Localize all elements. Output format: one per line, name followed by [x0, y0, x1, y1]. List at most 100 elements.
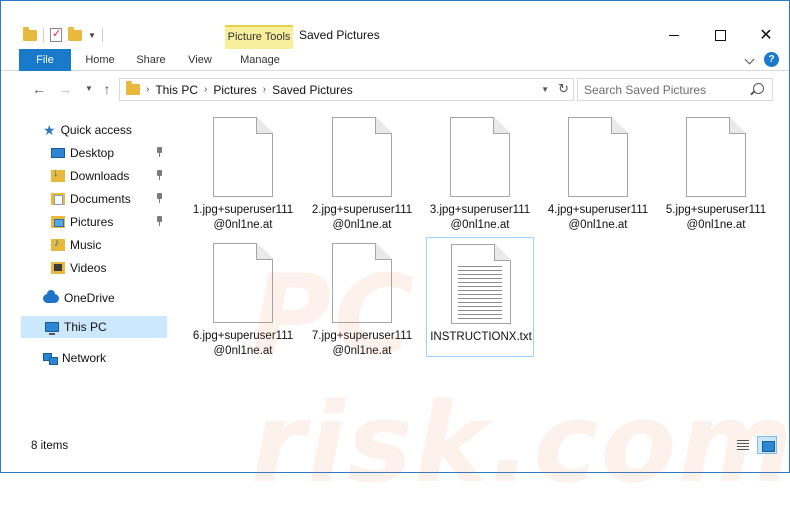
details-view-icon[interactable]	[733, 436, 753, 454]
file-name: 4.jpg+superuser111@0nl1ne.at	[547, 204, 649, 231]
file-item[interactable]: 3.jpg+superuser111@0nl1ne.at	[426, 111, 534, 231]
folder-icon	[23, 26, 37, 41]
nav-item-label: Downloads	[70, 169, 130, 183]
breadcrumb-separator-icon[interactable]: ›	[146, 84, 149, 95]
nav-item-label: Quick access	[60, 123, 132, 137]
search-placeholder: Search Saved Pictures	[584, 82, 707, 97]
properties-icon[interactable]	[50, 27, 62, 42]
close-button[interactable]: ✕	[743, 21, 789, 49]
downloads-icon	[51, 167, 65, 182]
file-name: 2.jpg+superuser111@0nl1ne.at	[311, 204, 413, 231]
breadcrumb-this-pc[interactable]: This PC	[155, 83, 198, 97]
pictures-icon	[51, 216, 65, 228]
help-icon[interactable]: ?	[764, 52, 779, 67]
window-title: Saved Pictures	[299, 28, 380, 42]
breadcrumb-pictures[interactable]: Pictures	[213, 83, 256, 97]
recent-locations-chevron-icon[interactable]: ▼	[81, 81, 97, 97]
computer-icon	[45, 322, 59, 335]
breadcrumb-separator-icon[interactable]: ›	[263, 84, 266, 95]
ribbon-tabs: File Home Share View Manage ?	[1, 49, 789, 71]
tab-share[interactable]: Share	[129, 49, 173, 71]
pin-icon	[155, 193, 163, 203]
folder-icon	[126, 81, 140, 95]
navigation-bar: ← → ▼ ↑ › This PC › Pictures › Saved Pic…	[1, 73, 789, 105]
page-fold-corner	[611, 117, 628, 134]
status-bar: 8 items	[1, 433, 789, 473]
music-icon	[51, 237, 65, 251]
tab-home[interactable]: Home	[77, 49, 123, 71]
nav-item-downloads[interactable]: Downloads	[51, 165, 167, 187]
file-item[interactable]: 6.jpg+superuser111@0nl1ne.at	[189, 237, 297, 357]
up-arrow-icon[interactable]: ↑	[99, 81, 115, 97]
nav-item-label: Network	[62, 351, 107, 365]
search-icon	[753, 83, 764, 94]
nav-item-label: Desktop	[70, 146, 115, 160]
nav-item-network[interactable]: Network	[43, 347, 167, 369]
toolbar-divider	[43, 28, 44, 42]
page-fold-corner	[375, 117, 392, 134]
forward-arrow-icon[interactable]: →	[57, 81, 73, 97]
nav-item-documents[interactable]: Documents	[51, 188, 167, 210]
file-name: 1.jpg+superuser111@0nl1ne.at	[192, 204, 294, 231]
pin-icon	[155, 170, 163, 180]
breadcrumb-saved-pictures[interactable]: Saved Pictures	[272, 83, 353, 97]
tab-manage[interactable]: Manage	[227, 49, 293, 71]
maximize-button[interactable]	[697, 21, 743, 49]
minimize-button[interactable]	[651, 21, 697, 49]
nav-item-label: Music	[70, 238, 102, 252]
nav-item-this-pc[interactable]: This PC	[21, 316, 167, 338]
nav-item-quick-access[interactable]: ★ Quick access	[43, 119, 167, 141]
desktop-icon	[51, 148, 65, 158]
page-fold-corner	[375, 243, 392, 260]
file-list: 1.jpg+superuser111@0nl1ne.at 2.jpg+superu…	[169, 111, 789, 433]
new-folder-icon[interactable]	[68, 26, 82, 41]
quick-access-toolbar: ▼	[23, 25, 103, 45]
search-input[interactable]: Search Saved Pictures	[577, 78, 773, 101]
nav-item-label: Pictures	[70, 215, 114, 229]
customize-toolbar-chevron-icon[interactable]: ▼	[88, 31, 96, 40]
page-fold-corner	[256, 243, 273, 260]
text-lines	[458, 266, 502, 322]
videos-icon	[51, 262, 65, 274]
nav-item-music[interactable]: Music	[51, 234, 167, 256]
explorer-window: ▼ Picture Tools Saved Pictures ✕ File Ho…	[0, 0, 790, 507]
toolbar-divider	[101, 28, 103, 42]
file-item[interactable]: 1.jpg+superuser111@0nl1ne.at	[189, 111, 297, 231]
file-name: 6.jpg+superuser111@0nl1ne.at	[192, 330, 294, 357]
page-fold-corner	[256, 117, 273, 134]
pin-icon	[155, 216, 163, 226]
nav-item-onedrive[interactable]: OneDrive	[43, 287, 167, 309]
page-fold-corner	[494, 244, 511, 261]
breadcrumb-separator-icon[interactable]: ›	[204, 84, 207, 95]
file-item[interactable]: 4.jpg+superuser111@0nl1ne.at	[544, 111, 652, 231]
file-name: INSTRUCTIONX.txt	[430, 331, 532, 343]
address-dropdown-chevron-icon[interactable]: ▼	[541, 85, 549, 94]
nav-item-label: OneDrive	[64, 291, 115, 305]
nav-item-pictures[interactable]: Pictures	[51, 211, 167, 233]
ribbon-right-controls: ?	[744, 52, 779, 67]
star-icon: ★	[43, 122, 56, 138]
tab-file[interactable]: File	[19, 49, 71, 71]
file-item[interactable]: 2.jpg+superuser111@0nl1ne.at	[308, 111, 416, 231]
window-controls: ✕	[651, 21, 789, 49]
nav-item-desktop[interactable]: Desktop	[51, 142, 167, 164]
page-fold-corner	[493, 117, 510, 134]
tab-view[interactable]: View	[179, 49, 221, 71]
back-arrow-icon[interactable]: ←	[31, 81, 47, 97]
nav-item-videos[interactable]: Videos	[51, 257, 167, 279]
title-bar: ▼ Picture Tools Saved Pictures ✕	[1, 1, 789, 49]
file-name: 5.jpg+superuser111@0nl1ne.at	[665, 204, 767, 231]
documents-icon	[51, 193, 65, 205]
address-bar[interactable]: › This PC › Pictures › Saved Pictures ▼ …	[119, 78, 574, 101]
network-icon	[43, 352, 58, 365]
large-icons-view-icon[interactable]	[757, 436, 777, 454]
view-switcher	[733, 436, 777, 454]
file-item[interactable]: 7.jpg+superuser111@0nl1ne.at	[308, 237, 416, 357]
picture-tools-context-tab: Picture Tools	[225, 25, 293, 49]
item-count: 8 items	[31, 440, 69, 452]
file-item[interactable]: INSTRUCTIONX.txt	[426, 237, 534, 357]
file-item[interactable]: 5.jpg+superuser111@0nl1ne.at	[662, 111, 770, 231]
refresh-icon[interactable]: ↻	[558, 81, 569, 97]
expand-ribbon-chevron-icon[interactable]	[744, 54, 756, 66]
file-name: 7.jpg+superuser111@0nl1ne.at	[311, 330, 413, 357]
